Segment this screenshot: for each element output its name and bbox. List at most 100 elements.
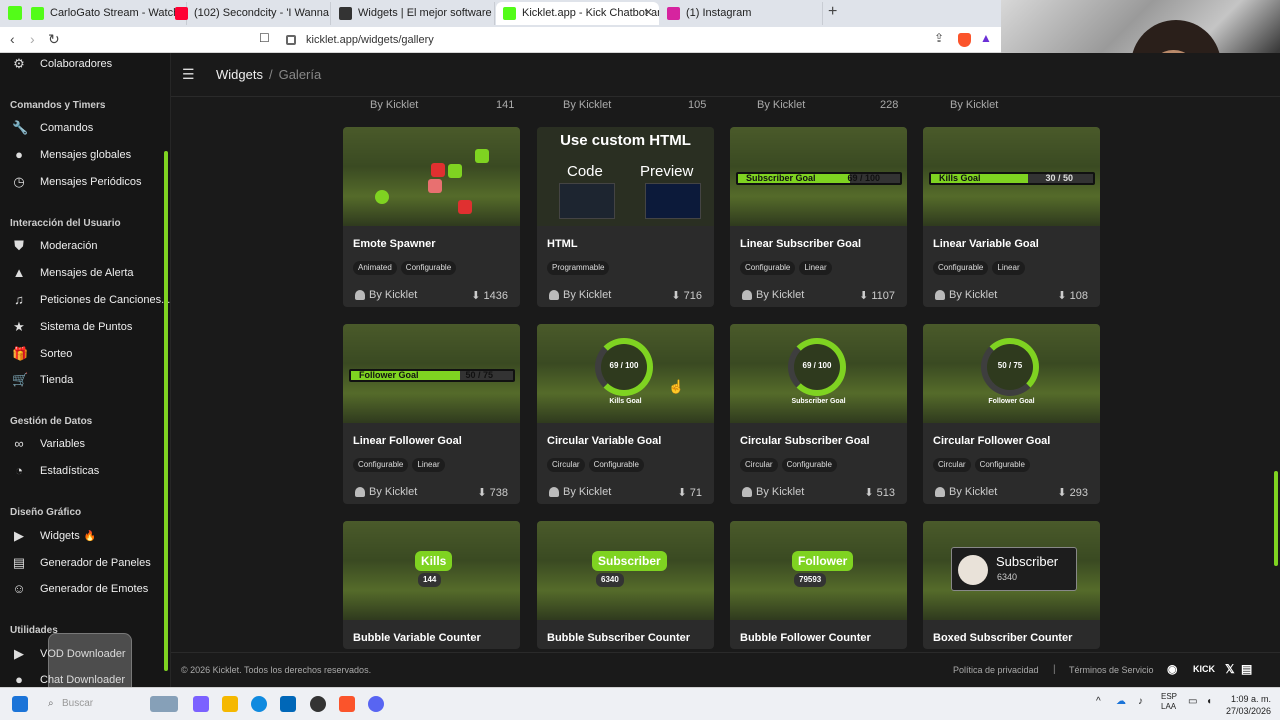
tray-chevron-icon[interactable]: ^ [1096,696,1101,707]
card-downloads: 141 [496,99,515,111]
emote-icon [475,149,489,163]
sidebar-item-comandos[interactable]: 🔧 Comandos [10,118,93,138]
menu-toggle-icon[interactable]: ☰ [182,66,195,83]
windows-start-icon[interactable] [12,696,28,712]
url-field[interactable]: kicklet.app/widgets/gallery [278,30,918,50]
share-icon[interactable]: ⇪ [934,31,944,45]
card-downloads: 228 [880,99,899,111]
sidebar-scrollbar[interactable] [164,151,168,671]
sidebar-item-colaboradores[interactable]: ⚙ Colaboradores [10,54,112,74]
file-explorer-icon[interactable] [222,696,238,712]
widget-card-circular-subscriber-goal[interactable]: 69 / 100 Subscriber Goal Circular Subscr… [730,324,907,504]
video-download-icon: ▶ [14,646,24,661]
widget-preview: 69 / 100 Subscriber Goal [730,324,907,423]
discord-taskbar-icon[interactable] [368,696,384,712]
bookmark-icon[interactable]: ☐ [259,31,270,45]
language-indicator[interactable]: ESP LAA [1161,692,1177,712]
card-title: Linear Variable Goal [933,238,1039,250]
sidebar-item-peticiones-canciones[interactable]: ♫Peticiones de Canciones...🔥 [10,290,170,310]
widget-card-circular-variable-goal[interactable]: 69 / 100 Kills Goal Circular Variable Go… [537,324,714,504]
taskbar-search-icon[interactable]: ⌕ [48,698,54,709]
clock-date: 27/03/2026 [1226,706,1272,716]
address-bar: ‹ › ↻ ☐ kicklet.app/widgets/gallery ⇪ ▲ [0,27,1001,53]
sidebar-item-sistema-puntos[interactable]: ★ Sistema de Puntos [10,317,132,337]
terms-link[interactable]: Términos de Servicio [1069,665,1154,675]
sidebar-item-estadisticas[interactable]: ◔ Estadísticas [10,461,99,481]
card-title: Linear Subscriber Goal [740,238,862,250]
sidebar-item-moderacion[interactable]: ⛊ Moderación [10,236,97,256]
sidebar-item-widgets[interactable]: ▶ Widgets 🔥 [10,526,96,546]
cart-icon: 🛒 [12,372,29,387]
goal-value: 30 / 50 [1045,173,1073,183]
taskbar-search-text[interactable]: Buscar [62,698,93,709]
sidebar-item-generador-paneles[interactable]: ▤ Generador de Paneles [10,553,151,573]
rewards-icon[interactable]: ▲ [980,31,992,45]
bubble-value: 79593 [794,573,827,587]
browser-tab[interactable]: (1) Instagram [660,2,823,25]
tag: Configurable [974,458,1030,472]
brave-icon[interactable] [339,696,355,712]
edge-icon[interactable] [251,696,267,712]
copilot-icon[interactable] [193,696,209,712]
discord-icon[interactable]: ◉ [1167,662,1177,676]
card-title: Bubble Subscriber Counter [547,632,691,644]
widget-preview: Follower Goal 50 / 75 [343,324,520,423]
widget-card-linear-subscriber-goal[interactable]: Subscriber Goal 69 / 100 Linear Subscribe… [730,127,907,307]
browser-tab[interactable]: Widgets | El mejor software para pot [332,2,495,25]
widget-card-circular-follower-goal[interactable]: 50 / 75 Follower Goal Circular Follower … [923,324,1100,504]
settings-icon: ⚙ [13,56,25,71]
breadcrumb-widgets[interactable]: Widgets [216,67,263,82]
widget-card-bubble-subscriber-counter[interactable]: Subscriber 6340 Bubble Subscriber Counte… [537,521,714,649]
browser-tab-active[interactable]: Kicklet.app - Kick Chatbot and O✕ [496,2,659,25]
card-author: By Kicklet [949,486,998,498]
sidebar-item-generador-emotes[interactable]: ☺ Generador de Emotes [10,579,148,599]
kick-icon[interactable]: KICK [1193,664,1215,674]
sidebar-item-mensajes-alerta[interactable]: ▲ Mensajes de Alerta [10,263,134,283]
widget-thumbnail-icon[interactable] [150,696,178,712]
browser-tab[interactable]: (102) Secondcity - 'I Wanna Feel' (Of [168,2,331,25]
reload-icon[interactable]: ↻ [48,31,60,48]
widget-card-boxed-subscriber-counter[interactable]: Subscriber 6340 Boxed Subscriber Counter [923,521,1100,649]
goal-label: Kills Goal [939,173,981,183]
card-downloads: 105 [688,99,707,111]
widget-preview: 69 / 100 Kills Goal [537,324,714,423]
document-icon[interactable]: ▤ [1241,662,1252,676]
page-scrollbar[interactable] [1274,471,1278,566]
obs-icon[interactable] [310,696,326,712]
widget-card-bubble-follower-counter[interactable]: Follower 79593 Bubble Follower Counter [730,521,907,649]
widget-card-emote-spawner[interactable]: Emote Spawner Animated Configurable By Ki… [343,127,520,307]
sidebar-item-variables[interactable]: ∞ Variables [10,434,85,454]
volume-icon[interactable]: ◖ [1206,696,1212,707]
brave-shield-icon[interactable] [958,33,971,47]
bubble-label: Follower [792,551,854,571]
sidebar-item-tienda[interactable]: 🛒 Tienda [10,370,73,390]
widget-card-linear-variable-goal[interactable]: Kills Goal 30 / 50 Linear Variable Goal C… [923,127,1100,307]
widget-preview: Use custom HTML Code Preview [537,127,714,226]
forward-icon[interactable]: › [30,31,35,47]
sidebar-item-mensajes-globales[interactable]: ● Mensajes globales [10,145,131,165]
widget-card-bubble-variable-counter[interactable]: Kills 144 Bubble Variable Counter [343,521,520,649]
clock[interactable]: 1:09 a. m. 27/03/2026 [1226,693,1271,717]
bubble-label: Subscriber [592,551,667,571]
tray-cloud-icon[interactable]: ☁ [1116,696,1126,707]
close-tab-icon[interactable]: ✕ [644,2,653,25]
sidebar-item-sorteo[interactable]: 🎁 Sorteo [10,344,72,364]
widget-card-linear-follower-goal[interactable]: Follower Goal 50 / 75 Linear Follower Goa… [343,324,520,504]
browser-tab[interactable]: CarloGato Stream - Watch Live o [24,2,187,25]
site-info-icon[interactable] [286,35,296,45]
card-title: Emote Spawner [353,238,436,250]
sidebar-item-mensajes-periodicos[interactable]: ◷ Mensajes Periódicos [10,172,141,192]
privacy-link[interactable]: Política de privacidad [953,665,1039,675]
card-downloads: ⬇ 1436 [471,289,508,302]
new-tab-button[interactable]: + [828,3,837,21]
goal-ring: 50 / 75 [981,338,1039,396]
download-count: 1107 [871,290,895,302]
network-icon[interactable]: ▭ [1188,696,1197,707]
store-icon[interactable] [280,696,296,712]
microphone-icon[interactable]: ♪ [1138,696,1143,707]
x-icon[interactable]: 𝕏 [1225,662,1235,676]
back-icon[interactable]: ‹ [10,31,15,47]
card-author: By Kicklet [756,486,805,498]
widget-card-html[interactable]: Use custom HTML Code Preview HTML Progra… [537,127,714,307]
warning-icon: ▲ [12,265,26,280]
